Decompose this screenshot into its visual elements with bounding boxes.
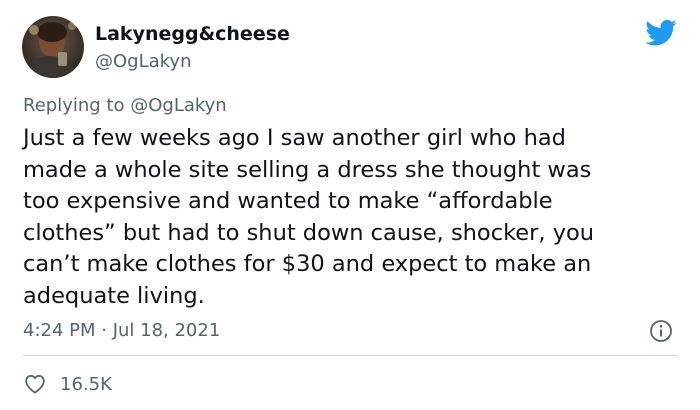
reply-mention-link[interactable]: @OgLakyn	[130, 95, 227, 116]
reply-context: Replying to @OgLakyn	[23, 95, 227, 116]
info-icon[interactable]	[649, 319, 673, 343]
tweet-text: Just a few weeks ago I saw another girl …	[23, 123, 683, 313]
avatar[interactable]	[22, 16, 84, 78]
reply-prefix: Replying to	[23, 95, 125, 116]
divider	[23, 355, 678, 356]
author-display-name[interactable]: Lakynegg&cheese	[95, 23, 290, 45]
like-count: 16.5K	[60, 373, 112, 395]
author-handle[interactable]: @OgLakyn	[95, 51, 192, 72]
tweet-card: Lakynegg&cheese @OgLakyn Replying to @Og…	[0, 0, 700, 410]
tweet-timestamp[interactable]: 4:24 PM · Jul 18, 2021	[23, 320, 220, 341]
tweet-text-line: too expensive and wanted to make “afford…	[23, 188, 553, 215]
heart-icon	[25, 375, 45, 394]
twitter-bird-icon[interactable]	[645, 19, 677, 47]
tweet-text-line: adequate living.	[23, 282, 205, 309]
tweet-text-line: made a whole site selling a dress she th…	[23, 156, 592, 183]
tweet-text-line: Just a few weeks ago I saw another girl …	[23, 125, 566, 151]
tweet-text-line: clothes” but had to shut down cause, sho…	[23, 219, 595, 246]
tweet-text-line: can’t make clothes for $30 and expect to…	[23, 251, 592, 278]
like-button[interactable]: 16.5K	[23, 371, 112, 397]
